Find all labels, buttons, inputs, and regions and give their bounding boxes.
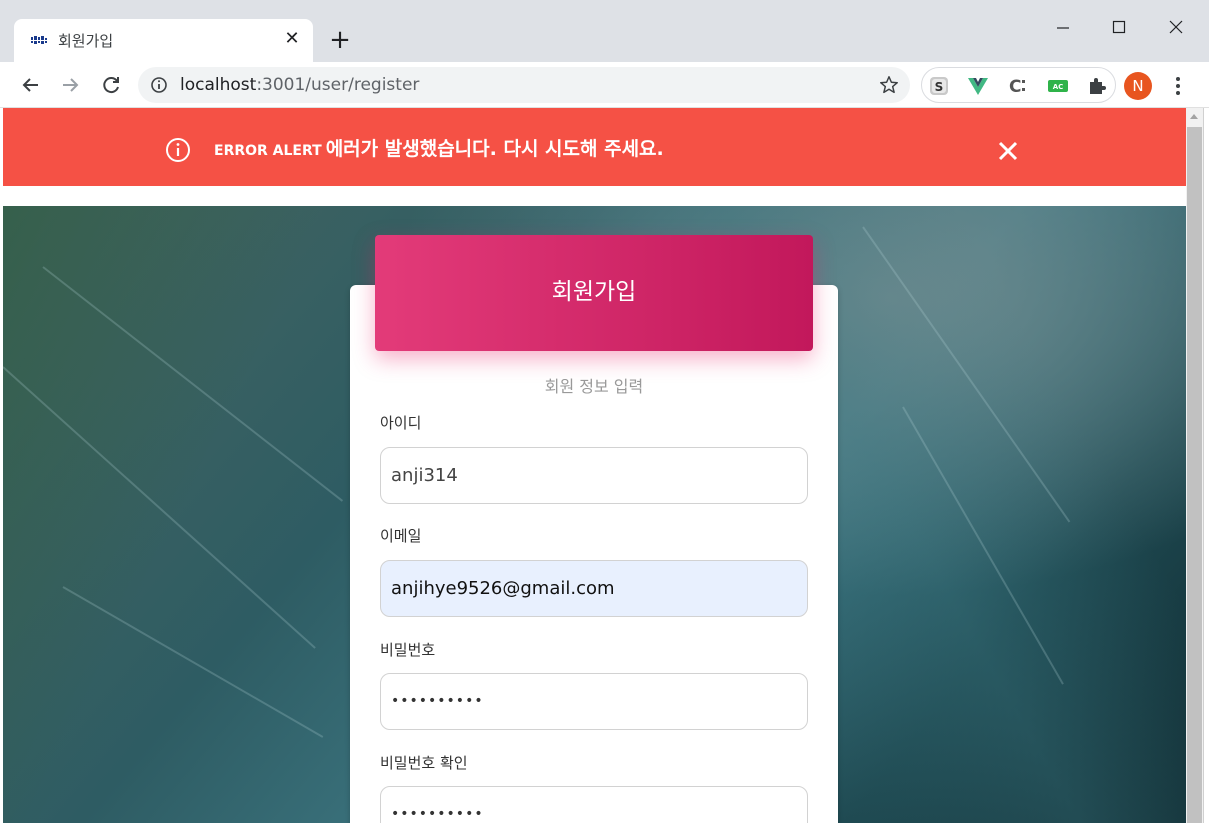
browser-tab-strip: 회원가입 ✕ + — [0, 0, 1209, 62]
username-label: 아이디 — [380, 414, 422, 432]
site-favicon-icon — [30, 35, 47, 45]
star-icon[interactable] — [878, 74, 900, 96]
vertical-scrollbar[interactable] — [1186, 108, 1203, 823]
form-subtitle: 회원 정보 입력 — [544, 377, 644, 396]
scroll-up-arrow-icon[interactable] — [1190, 114, 1198, 119]
password-input[interactable]: •••••••••• — [380, 673, 808, 730]
background-streak — [42, 266, 344, 502]
profile-avatar[interactable]: N — [1124, 72, 1152, 100]
address-bar[interactable]: localhost:3001/user/register — [138, 67, 910, 103]
background-streak — [862, 226, 1071, 523]
password-label: 비밀번호 — [380, 641, 436, 659]
alert-body: 에러가 발생했습니다. 다시 시도해 주세요. — [325, 138, 664, 160]
alert-message: ERROR ALERT 에러가 발생했습니다. 다시 시도해 주세요. — [214, 134, 664, 161]
maximize-icon — [1112, 20, 1126, 34]
tab-title: 회원가입 — [58, 32, 114, 50]
minimize-icon — [1057, 27, 1069, 29]
browser-toolbar: localhost:3001/user/register S C AC N — [0, 62, 1209, 108]
arrow-right-icon — [63, 78, 79, 92]
page-viewport: ERROR ALERT 에러가 발생했습니다. 다시 시도해 주세요. 회원가입 … — [3, 108, 1186, 823]
window-close-button[interactable] — [1161, 12, 1191, 42]
reload-button[interactable] — [97, 71, 125, 99]
info-circle-icon — [166, 138, 190, 162]
close-icon — [1169, 20, 1183, 34]
alert-label: ERROR ALERT — [214, 143, 322, 159]
card-title: 회원가입 — [551, 279, 637, 305]
minimize-button[interactable] — [1048, 12, 1078, 42]
vue-devtools-icon[interactable] — [967, 75, 989, 97]
c-extension-icon[interactable]: C — [1007, 75, 1029, 97]
error-alert: ERROR ALERT 에러가 발생했습니다. 다시 시도해 주세요. — [3, 108, 1186, 186]
url-text: localhost:3001/user/register — [180, 75, 419, 95]
password-confirm-input[interactable]: •••••••••• — [380, 786, 808, 823]
arrow-left-icon — [22, 78, 38, 92]
alert-close-icon[interactable] — [997, 140, 1019, 162]
tab-close-icon[interactable]: ✕ — [281, 28, 303, 50]
window-edge — [1203, 108, 1209, 823]
puzzle-icon[interactable] — [1086, 75, 1108, 97]
background-streak — [902, 406, 1064, 685]
back-button[interactable] — [17, 71, 45, 99]
ac-extension-icon[interactable]: AC — [1047, 75, 1069, 97]
more-vert-icon[interactable] — [1168, 73, 1188, 99]
svg-text:AC: AC — [1053, 83, 1064, 91]
background-streak — [3, 366, 316, 649]
password-confirm-label: 비밀번호 확인 — [380, 754, 468, 772]
url-host: localhost — [180, 75, 257, 95]
card-header: 회원가입 — [375, 235, 813, 351]
email-label: 이메일 — [380, 527, 422, 545]
username-input[interactable]: anji314 — [380, 447, 808, 504]
svg-text:S: S — [935, 80, 944, 94]
maximize-button[interactable] — [1104, 12, 1134, 42]
browser-tab[interactable]: 회원가입 ✕ — [14, 19, 313, 62]
extensions-group: S C AC — [921, 67, 1116, 103]
background-streak — [62, 586, 324, 738]
email-input[interactable]: anjihye9526@gmail.com — [380, 560, 808, 617]
new-tab-button[interactable]: + — [326, 26, 354, 54]
scrollbar-thumb[interactable] — [1187, 127, 1202, 823]
s-extension-icon[interactable]: S — [928, 75, 950, 97]
info-icon[interactable] — [150, 76, 168, 94]
forward-button[interactable] — [56, 71, 84, 99]
reload-icon — [103, 77, 119, 94]
svg-text:C: C — [1009, 77, 1021, 97]
register-card — [350, 285, 838, 823]
url-path: :3001/user/register — [256, 75, 420, 95]
